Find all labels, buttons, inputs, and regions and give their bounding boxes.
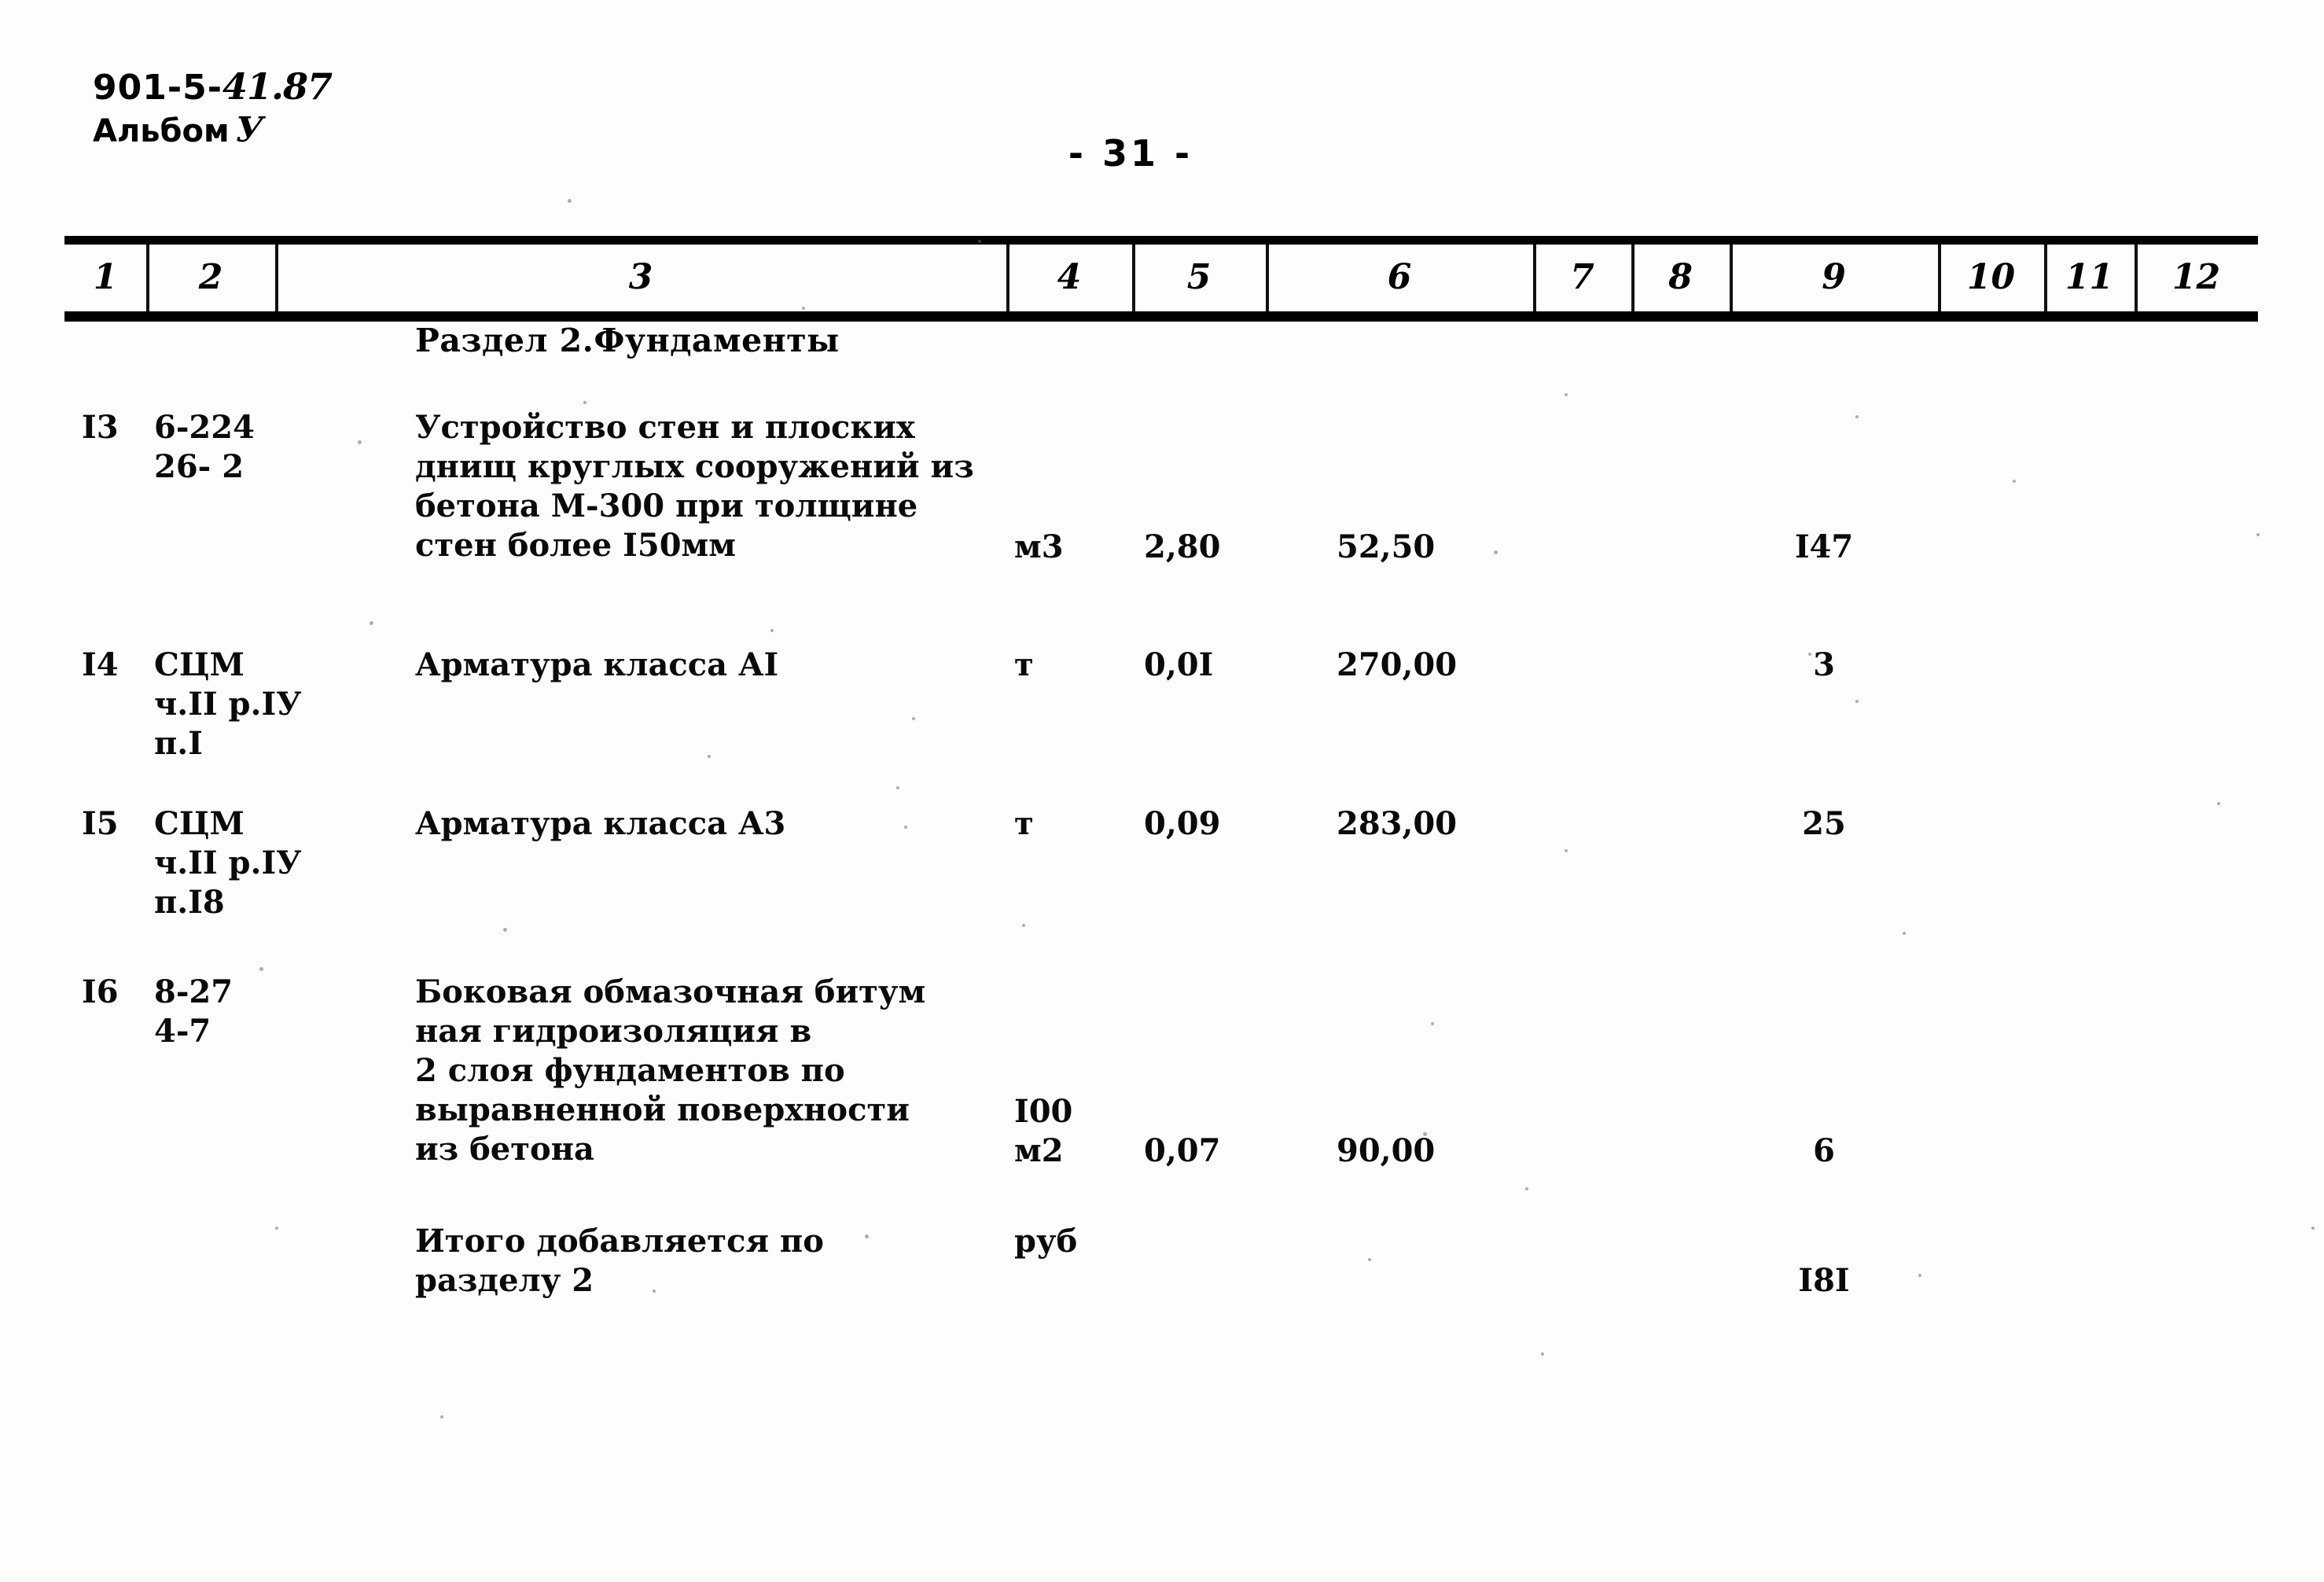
row-description: Устройство стен и плоских днищ круглых с… xyxy=(415,409,974,564)
scan-speck xyxy=(1855,415,1859,418)
scan-speck xyxy=(1918,1274,1921,1277)
row-price: 270,00 xyxy=(1337,646,1458,683)
row-number: I6 xyxy=(82,973,119,1010)
row-total: I47 xyxy=(1794,528,1854,565)
scan-speck xyxy=(904,826,907,829)
scan-speck xyxy=(259,967,263,971)
scan-speck xyxy=(1541,1352,1544,1356)
row-quantity: 2,80 xyxy=(1144,528,1221,565)
scan-speck xyxy=(802,307,805,310)
row-code: 6-224 26- 2 xyxy=(154,409,255,485)
scan-speck xyxy=(1903,932,1906,935)
scan-speck xyxy=(708,755,711,758)
row-description: Арматура класса АI xyxy=(415,646,779,683)
table-top-rule xyxy=(64,236,2258,245)
column-header-3: 3 xyxy=(628,257,653,297)
row-description: Боковая обмазочная битум ная гидроизоляц… xyxy=(415,973,926,1168)
row-number: I5 xyxy=(82,805,119,842)
scan-speck xyxy=(1368,1258,1371,1261)
row-description: Арматура класса А3 xyxy=(415,805,786,842)
row-code: СЦМ ч.II р.IУ п.I xyxy=(154,646,302,762)
row-quantity: 0,07 xyxy=(1144,1132,1221,1169)
scan-speck xyxy=(275,1227,278,1230)
scan-speck xyxy=(865,1234,869,1238)
scan-speck xyxy=(370,621,373,625)
scan-speck xyxy=(1565,849,1568,852)
row-code: СЦМ ч.II р.IУ п.I8 xyxy=(154,805,302,921)
scan-speck xyxy=(583,401,587,404)
row-unit: I00 м2 xyxy=(1014,1093,1073,1169)
scan-speck xyxy=(1855,700,1859,703)
scan-speck xyxy=(1494,550,1498,554)
scan-speck xyxy=(568,199,572,203)
row-unit: м3 xyxy=(1014,528,1064,565)
scan-speck xyxy=(2217,802,2220,805)
row-code: 8-27 4-7 xyxy=(154,973,234,1050)
column-header-6: 6 xyxy=(1387,257,1412,297)
scan-speck xyxy=(358,440,362,444)
row-number: I4 xyxy=(82,646,119,683)
row-total: 6 xyxy=(1813,1132,1835,1169)
column-header-2: 2 xyxy=(198,257,223,297)
scan-speck xyxy=(1808,653,1811,656)
document-code-line: 901-5-41.87 xyxy=(93,65,333,108)
row-description: Итого добавляется по разделу 2 xyxy=(415,1223,824,1299)
section-title: Раздел 2.Фундаменты xyxy=(415,322,840,359)
row-total: I8I xyxy=(1798,1262,1850,1299)
column-header-1: 1 xyxy=(93,257,118,297)
page-number: - 31 - xyxy=(1068,132,1193,175)
column-header-8: 8 xyxy=(1668,257,1693,297)
row-number: I3 xyxy=(82,409,119,446)
column-header-11: 11 xyxy=(2065,257,2114,297)
row-total: 25 xyxy=(1802,805,1846,842)
document-code-printed: 901-5- xyxy=(93,68,222,108)
scan-speck xyxy=(1565,393,1568,396)
scan-speck xyxy=(1423,1132,1427,1136)
scan-speck xyxy=(896,786,899,789)
table-bottom-rule xyxy=(64,311,2258,322)
column-header-9: 9 xyxy=(1822,257,1846,297)
scan-speck xyxy=(2256,533,2260,536)
row-price: 52,50 xyxy=(1337,528,1436,565)
scan-speck xyxy=(653,1290,656,1293)
scan-speck xyxy=(2013,480,2016,483)
scanned-page: 901-5-41.87 Альбом У - 31 - 1 2 3 4 5 6 7 8 9 10 11… xyxy=(0,0,2324,1582)
scan-speck xyxy=(503,928,507,932)
column-header-5: 5 xyxy=(1186,257,1212,297)
row-price: 90,00 xyxy=(1337,1132,1436,1169)
scan-speck xyxy=(978,240,981,243)
column-header-7: 7 xyxy=(1570,257,1594,297)
scan-speck xyxy=(440,1415,443,1418)
scan-speck xyxy=(912,717,915,720)
row-unit: руб xyxy=(1014,1223,1078,1260)
column-header-4: 4 xyxy=(1057,257,1082,297)
document-code-handwritten: 41.87 xyxy=(222,65,333,108)
row-price: 283,00 xyxy=(1337,805,1458,842)
scan-speck xyxy=(1022,924,1025,927)
scan-speck xyxy=(2311,1227,2315,1230)
row-total: 3 xyxy=(1813,646,1835,683)
row-quantity: 0,0I xyxy=(1144,646,1214,683)
row-unit: т xyxy=(1014,646,1034,683)
scan-speck xyxy=(1431,1022,1434,1025)
column-header-10: 10 xyxy=(1966,257,2016,297)
row-quantity: 0,09 xyxy=(1144,805,1221,842)
row-unit: т xyxy=(1014,805,1034,842)
scan-speck xyxy=(1525,1187,1528,1190)
scan-speck xyxy=(770,629,774,632)
column-header-12: 12 xyxy=(2171,257,2221,297)
